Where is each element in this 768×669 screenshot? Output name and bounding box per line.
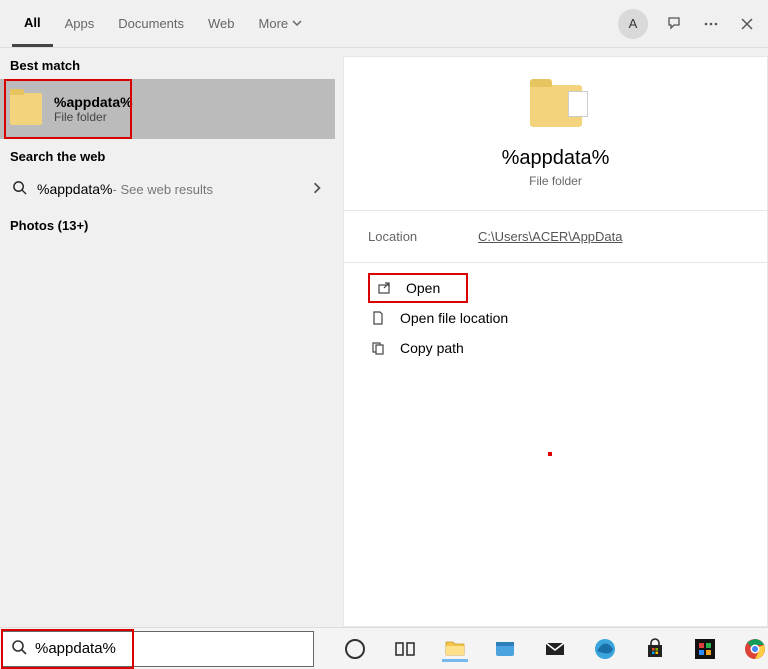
close-icon[interactable]: [738, 15, 756, 33]
action-open-location-label: Open file location: [400, 310, 508, 326]
taskbar-search[interactable]: [2, 631, 314, 667]
tab-web[interactable]: Web: [196, 0, 247, 47]
folder-large-icon: [530, 85, 582, 127]
search-web-header: Search the web: [0, 139, 335, 170]
feedback-icon[interactable]: [666, 15, 684, 33]
avatar[interactable]: A: [618, 9, 648, 39]
web-query: %appdata%: [37, 181, 113, 197]
detail-subtitle: File folder: [529, 174, 582, 188]
web-result-row[interactable]: %appdata% - See web results: [0, 170, 335, 208]
tab-documents[interactable]: Documents: [106, 0, 196, 47]
app-window-icon[interactable]: [492, 636, 518, 662]
action-open-label: Open: [406, 280, 440, 296]
result-subtitle: File folder: [54, 110, 133, 124]
search-icon: [12, 180, 27, 198]
taskbar-icons: [342, 636, 768, 662]
detail-title: %appdata%: [502, 147, 610, 170]
photos-header: Photos (13+): [0, 208, 335, 239]
detail-card: %appdata% File folder Location C:\Users\…: [343, 56, 768, 627]
copy-icon: [370, 340, 386, 356]
tab-more[interactable]: More: [247, 0, 315, 47]
tab-more-label: More: [259, 16, 289, 31]
action-copy-path-label: Copy path: [400, 340, 464, 356]
task-view-icon[interactable]: [392, 636, 418, 662]
location-path[interactable]: C:\Users\ACER\AppData: [478, 229, 623, 244]
best-match-result[interactable]: %appdata% File folder: [0, 79, 335, 139]
action-open-location[interactable]: Open file location: [368, 303, 743, 333]
app-tile-icon[interactable]: [692, 636, 718, 662]
edge-icon[interactable]: [592, 636, 618, 662]
location-row: Location C:\Users\ACER\AppData: [344, 211, 767, 262]
open-icon: [376, 280, 392, 296]
mail-icon[interactable]: [542, 636, 568, 662]
search-icon: [11, 639, 27, 658]
taskbar: [0, 627, 768, 669]
web-hint: - See web results: [113, 182, 213, 197]
chrome-icon[interactable]: [742, 636, 768, 662]
action-list: Open Open file location Copy path: [344, 263, 767, 373]
topbar-actions: A: [618, 9, 756, 39]
filter-tabs: All Apps Documents Web More: [12, 0, 314, 47]
best-match-header: Best match: [0, 48, 335, 79]
result-title: %appdata%: [54, 94, 133, 110]
search-input[interactable]: [35, 640, 305, 657]
top-filter-bar: All Apps Documents Web More A: [0, 0, 768, 48]
location-label: Location: [368, 229, 478, 244]
cortana-icon[interactable]: [342, 636, 368, 662]
open-location-icon: [370, 310, 386, 326]
store-icon[interactable]: [642, 636, 668, 662]
action-copy-path[interactable]: Copy path: [368, 333, 743, 363]
folder-icon: [10, 93, 42, 125]
detail-pane: %appdata% File folder Location C:\Users\…: [335, 48, 768, 627]
chevron-down-icon: [292, 16, 302, 31]
stray-mark: [548, 452, 552, 456]
tab-all[interactable]: All: [12, 0, 53, 47]
results-pane: Best match %appdata% File folder Search …: [0, 48, 335, 627]
action-open[interactable]: Open: [368, 273, 468, 303]
chevron-right-icon: [311, 182, 323, 197]
more-options-icon[interactable]: [702, 15, 720, 33]
file-explorer-icon[interactable]: [442, 636, 468, 662]
tab-apps[interactable]: Apps: [53, 0, 107, 47]
